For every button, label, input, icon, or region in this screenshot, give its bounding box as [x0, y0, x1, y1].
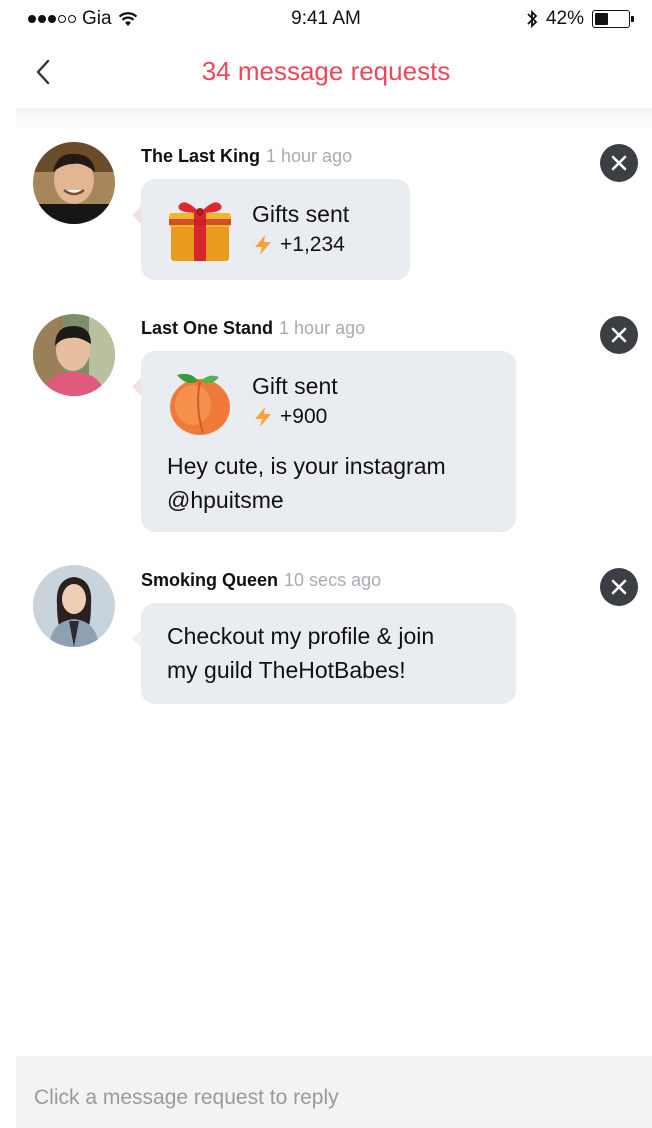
- gift-amount: +900: [280, 405, 328, 428]
- bolt-icon: [255, 235, 271, 255]
- reply-placeholder: Click a message request to reply: [34, 1086, 339, 1109]
- status-bar: Gia 9:41 AM 42%: [0, 0, 652, 36]
- sender-row: The Last King 1 hour ago: [141, 146, 352, 167]
- message-bubble[interactable]: Gift sent +900 Hey cute, is your instagr…: [141, 351, 516, 532]
- message-text: Hey cute, is your instagram @hpuitsme: [167, 449, 446, 517]
- dismiss-button[interactable]: [600, 568, 638, 606]
- sent-time: 10 secs ago: [284, 570, 382, 590]
- peach-icon: [170, 373, 230, 435]
- avatar[interactable]: [33, 565, 115, 647]
- gift-box-icon: [169, 202, 231, 261]
- sender-row: Last One Stand 1 hour ago: [141, 318, 365, 339]
- sender-name: Last One Stand: [141, 318, 274, 338]
- bluetooth-icon: [527, 9, 538, 29]
- nav-bar: 34 message requests: [0, 36, 652, 108]
- status-right: 42%: [526, 8, 634, 30]
- battery-level: [595, 13, 609, 25]
- page-title: 34 message requests: [201, 56, 451, 86]
- message-text: Checkout my profile & join my guild TheH…: [167, 619, 434, 687]
- avatar[interactable]: [33, 314, 115, 396]
- sender-row: Smoking Queen 10 secs ago: [141, 570, 381, 591]
- gift-amount: +1,234: [280, 233, 345, 256]
- dismiss-button[interactable]: [600, 316, 638, 354]
- gift-amount-row: +1,234: [252, 233, 345, 257]
- message-request-list: The Last King 1 hour ago Gifts sent +1,2…: [16, 108, 652, 1056]
- message-request-item[interactable]: Smoking Queen 10 secs ago Checkout my pro…: [16, 540, 652, 720]
- close-icon: [611, 155, 627, 171]
- message-request-item[interactable]: The Last King 1 hour ago Gifts sent +1,2…: [16, 108, 652, 288]
- avatar[interactable]: [33, 142, 115, 224]
- gift-title: Gift sent: [252, 373, 338, 399]
- message-line: Hey cute, is your instagram: [167, 453, 446, 479]
- message-line: my guild TheHotBabes!: [167, 657, 406, 683]
- sender-name: Smoking Queen: [141, 570, 279, 590]
- sent-time: 1 hour ago: [279, 318, 366, 338]
- sent-time: 1 hour ago: [266, 146, 353, 166]
- message-bubble[interactable]: Gifts sent +1,234: [141, 179, 410, 280]
- message-line: @hpuitsme: [167, 487, 284, 513]
- gift-title: Gifts sent: [252, 201, 350, 227]
- reply-bar[interactable]: Click a message request to reply: [16, 1056, 652, 1128]
- close-icon: [611, 579, 627, 595]
- message-line: Checkout my profile & join: [167, 623, 435, 649]
- sender-name: The Last King: [141, 146, 261, 166]
- close-icon: [611, 327, 627, 343]
- battery-percent: 42%: [545, 8, 584, 29]
- gift-amount-row: +900: [252, 405, 327, 429]
- bolt-icon: [255, 407, 271, 427]
- battery-icon: [592, 10, 634, 28]
- message-bubble[interactable]: Checkout my profile & join my guild TheH…: [141, 603, 516, 704]
- message-request-item[interactable]: Last One Stand1 hour ago Gift sent +900: [16, 288, 652, 540]
- dismiss-button[interactable]: [600, 144, 638, 182]
